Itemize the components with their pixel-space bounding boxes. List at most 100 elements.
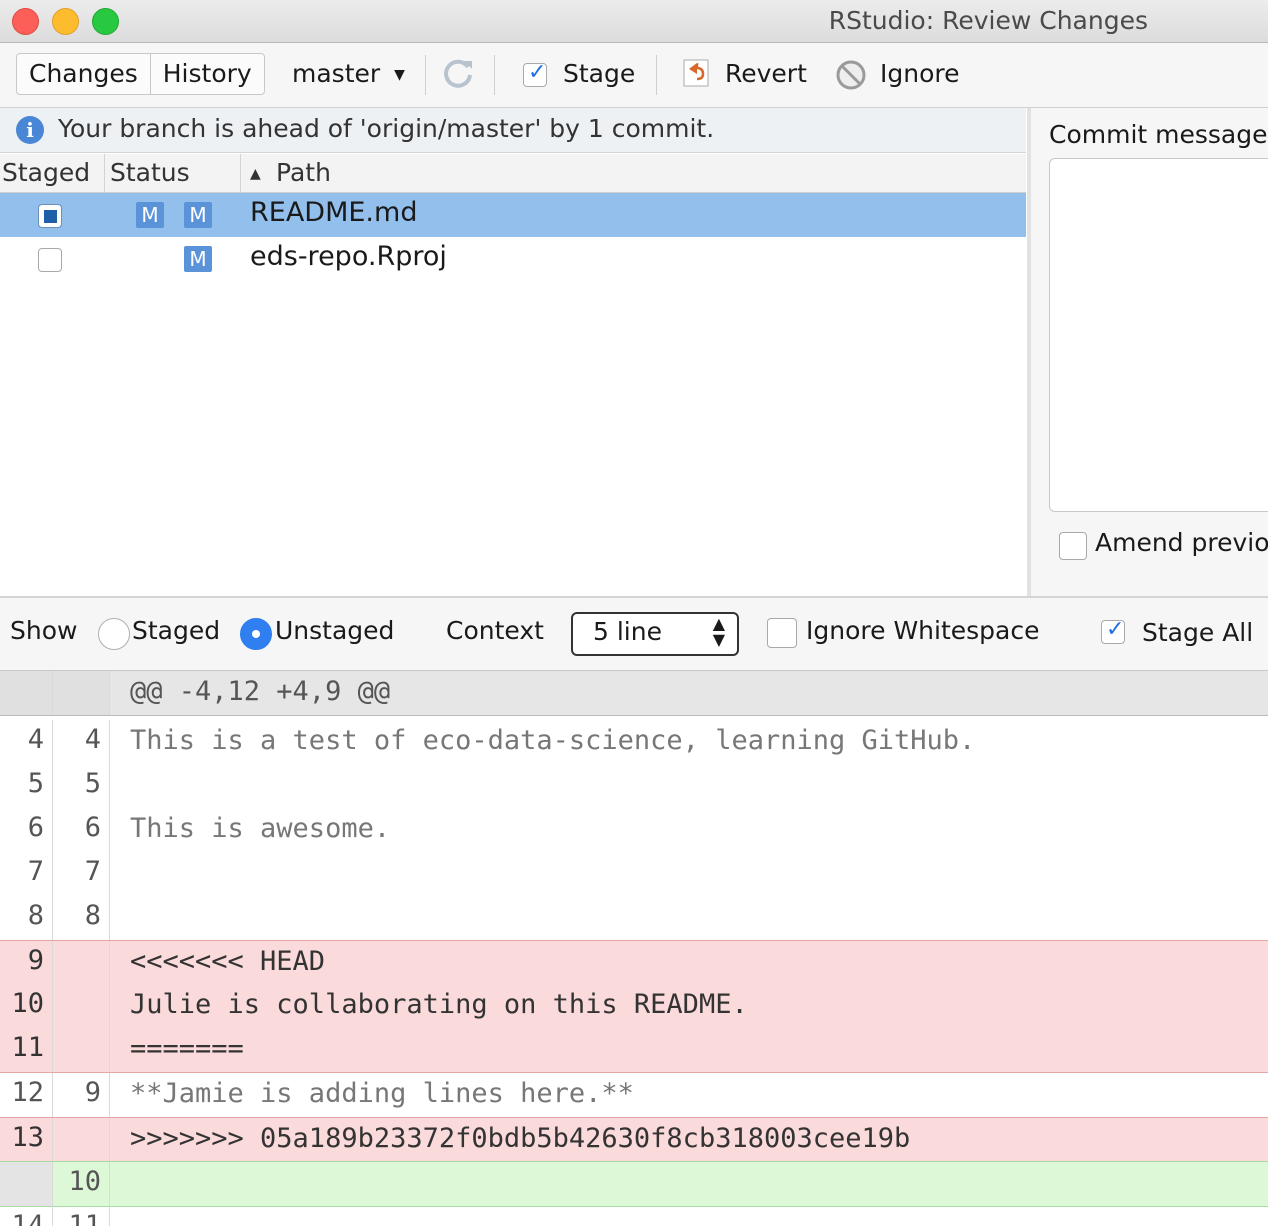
file-path: eds-repo.Rproj xyxy=(250,241,447,272)
gutter-new: 4 xyxy=(53,720,110,764)
column-divider xyxy=(104,154,105,192)
status-badge-staged: M xyxy=(136,202,164,228)
diff-line-removed[interactable]: 11 ======= xyxy=(0,1028,1268,1073)
column-path[interactable]: Path xyxy=(276,158,331,187)
status-badge-unstaged: M xyxy=(184,246,212,272)
line-text: ======= xyxy=(130,1033,244,1064)
amend-checkbox[interactable] xyxy=(1059,532,1087,560)
old-line-number: 6 xyxy=(27,812,44,843)
line-text: <<<<<<< HEAD xyxy=(130,946,326,977)
maximize-icon[interactable] xyxy=(92,8,119,35)
gutter-new xyxy=(53,1118,110,1162)
branch-selector[interactable]: master ▼ xyxy=(292,57,405,92)
diff-line[interactable]: 4 4 This is a test of eco-data-science, … xyxy=(0,720,1268,764)
line-text: >>>>>>> 05a189b23372f0bdb5b42630f8cb3180… xyxy=(130,1123,911,1154)
gutter-old: 14 xyxy=(0,1206,53,1226)
view-tabs: Changes History xyxy=(16,53,265,95)
old-line-number: 8 xyxy=(27,900,44,931)
column-divider xyxy=(240,154,241,192)
diff-line[interactable]: 6 6 This is awesome. xyxy=(0,808,1268,852)
show-label: Show xyxy=(10,616,78,645)
line-text: This is a test of eco-data-science, lear… xyxy=(130,725,976,756)
stage-button[interactable]: Stage xyxy=(563,57,635,91)
diff-line[interactable]: 5 5 xyxy=(0,764,1268,808)
gutter-new xyxy=(53,1028,110,1072)
revert-button[interactable]: Revert xyxy=(725,57,807,91)
ignore-icon[interactable] xyxy=(835,59,867,91)
gutter-old: 6 xyxy=(0,808,53,852)
refresh-icon[interactable] xyxy=(440,55,476,91)
ignore-button[interactable]: Ignore xyxy=(880,57,960,91)
gutter-new xyxy=(53,941,110,985)
line-text: This is awesome. xyxy=(130,813,391,844)
staged-checkbox[interactable] xyxy=(38,204,62,228)
staged-checkbox[interactable] xyxy=(38,248,62,272)
ignore-whitespace-label[interactable]: Ignore Whitespace xyxy=(806,616,1039,645)
diff-line-removed[interactable]: 9 <<<<<<< HEAD xyxy=(0,940,1268,985)
diff-line[interactable]: 12 9 **Jamie is adding lines here.** xyxy=(0,1073,1268,1117)
sort-ascending-icon: ▲ xyxy=(250,166,261,182)
unstaged-radio-label[interactable]: Unstaged xyxy=(275,616,394,645)
gutter-new: 11 xyxy=(53,1206,110,1226)
old-line-number: 13 xyxy=(11,1122,44,1153)
diff-line-removed[interactable]: 13 >>>>>>> 05a189b23372f0bdb5b42630f8cb3… xyxy=(0,1117,1268,1162)
column-staged[interactable]: Staged xyxy=(2,158,90,187)
gutter-old: 5 xyxy=(0,764,53,808)
line-text: Julie is collaborating on this README. xyxy=(130,989,748,1020)
diff-line[interactable]: 14 11 xyxy=(0,1206,1268,1226)
gutter-old: 4 xyxy=(0,720,53,764)
column-status[interactable]: Status xyxy=(110,158,190,187)
new-line-number: 8 xyxy=(84,900,101,931)
close-icon[interactable] xyxy=(12,8,39,35)
staged-radio-label[interactable]: Staged xyxy=(132,616,220,645)
stage-all-label[interactable]: Stage All xyxy=(1142,618,1253,647)
toolbar-divider xyxy=(656,55,657,95)
diff-line-added[interactable]: 10 xyxy=(0,1161,1268,1207)
new-line-number: 5 xyxy=(84,768,101,799)
old-line-number: 11 xyxy=(11,1032,44,1063)
context-select[interactable]: 5 line ▲ ▼ xyxy=(571,612,739,656)
toolbar-divider xyxy=(425,55,426,95)
staged-radio[interactable] xyxy=(98,618,130,650)
unstaged-radio[interactable] xyxy=(240,618,272,650)
minimize-icon[interactable] xyxy=(52,8,79,35)
commit-panel: Commit message Amend previo xyxy=(1031,108,1268,596)
gutter-old: 11 xyxy=(0,1028,53,1072)
stage-all-checkbox[interactable]: ✓ xyxy=(1101,617,1125,644)
context-label: Context xyxy=(446,616,544,645)
gutter-old xyxy=(0,671,53,715)
diff-view: @@ -4,12 +4,9 @@ 4 4 This is a test of e… xyxy=(0,671,1268,1226)
commit-message-label: Commit message xyxy=(1049,120,1268,149)
diff-options-bar: Show Staged Unstaged Context 5 line ▲ ▼ I… xyxy=(0,598,1268,671)
toolbar: Changes History master ▼ ✓ Stage Revert … xyxy=(0,43,1268,108)
toolbar-divider xyxy=(494,55,495,95)
ignore-whitespace-checkbox[interactable] xyxy=(767,618,797,648)
gutter-old: 10 xyxy=(0,984,53,1028)
commit-message-input[interactable] xyxy=(1049,158,1268,512)
diff-hunk-header: @@ -4,12 +4,9 @@ xyxy=(0,671,1268,716)
gutter-old: 8 xyxy=(0,896,53,940)
revert-icon[interactable] xyxy=(683,59,709,87)
gutter-new: 8 xyxy=(53,896,110,940)
file-row[interactable]: M eds-repo.Rproj xyxy=(0,237,1026,281)
tab-changes[interactable]: Changes xyxy=(17,54,150,94)
old-line-number: 12 xyxy=(11,1077,44,1108)
gutter-old: 12 xyxy=(0,1073,53,1117)
title-bar: RStudio: Review Changes xyxy=(0,0,1268,43)
new-line-number: 7 xyxy=(84,856,101,887)
gutter-new xyxy=(53,984,110,1028)
gutter-new: 10 xyxy=(53,1162,110,1206)
info-icon: i xyxy=(16,116,44,144)
stage-checkbox[interactable]: ✓ xyxy=(523,60,547,87)
old-line-number: 5 xyxy=(27,768,44,799)
tab-history[interactable]: History xyxy=(149,54,264,94)
diff-line[interactable]: 8 8 xyxy=(0,896,1268,940)
diff-line[interactable]: 7 7 xyxy=(0,852,1268,896)
new-line-number: 11 xyxy=(68,1210,101,1226)
branch-status-text: Your branch is ahead of 'origin/master' … xyxy=(58,114,715,143)
file-row[interactable]: M M README.md xyxy=(0,193,1026,237)
branch-status-bar: i Your branch is ahead of 'origin/master… xyxy=(0,108,1026,153)
partial-stage-indicator xyxy=(44,210,57,223)
diff-line-removed[interactable]: 10 Julie is collaborating on this README… xyxy=(0,984,1268,1028)
old-line-number: 14 xyxy=(11,1210,44,1226)
